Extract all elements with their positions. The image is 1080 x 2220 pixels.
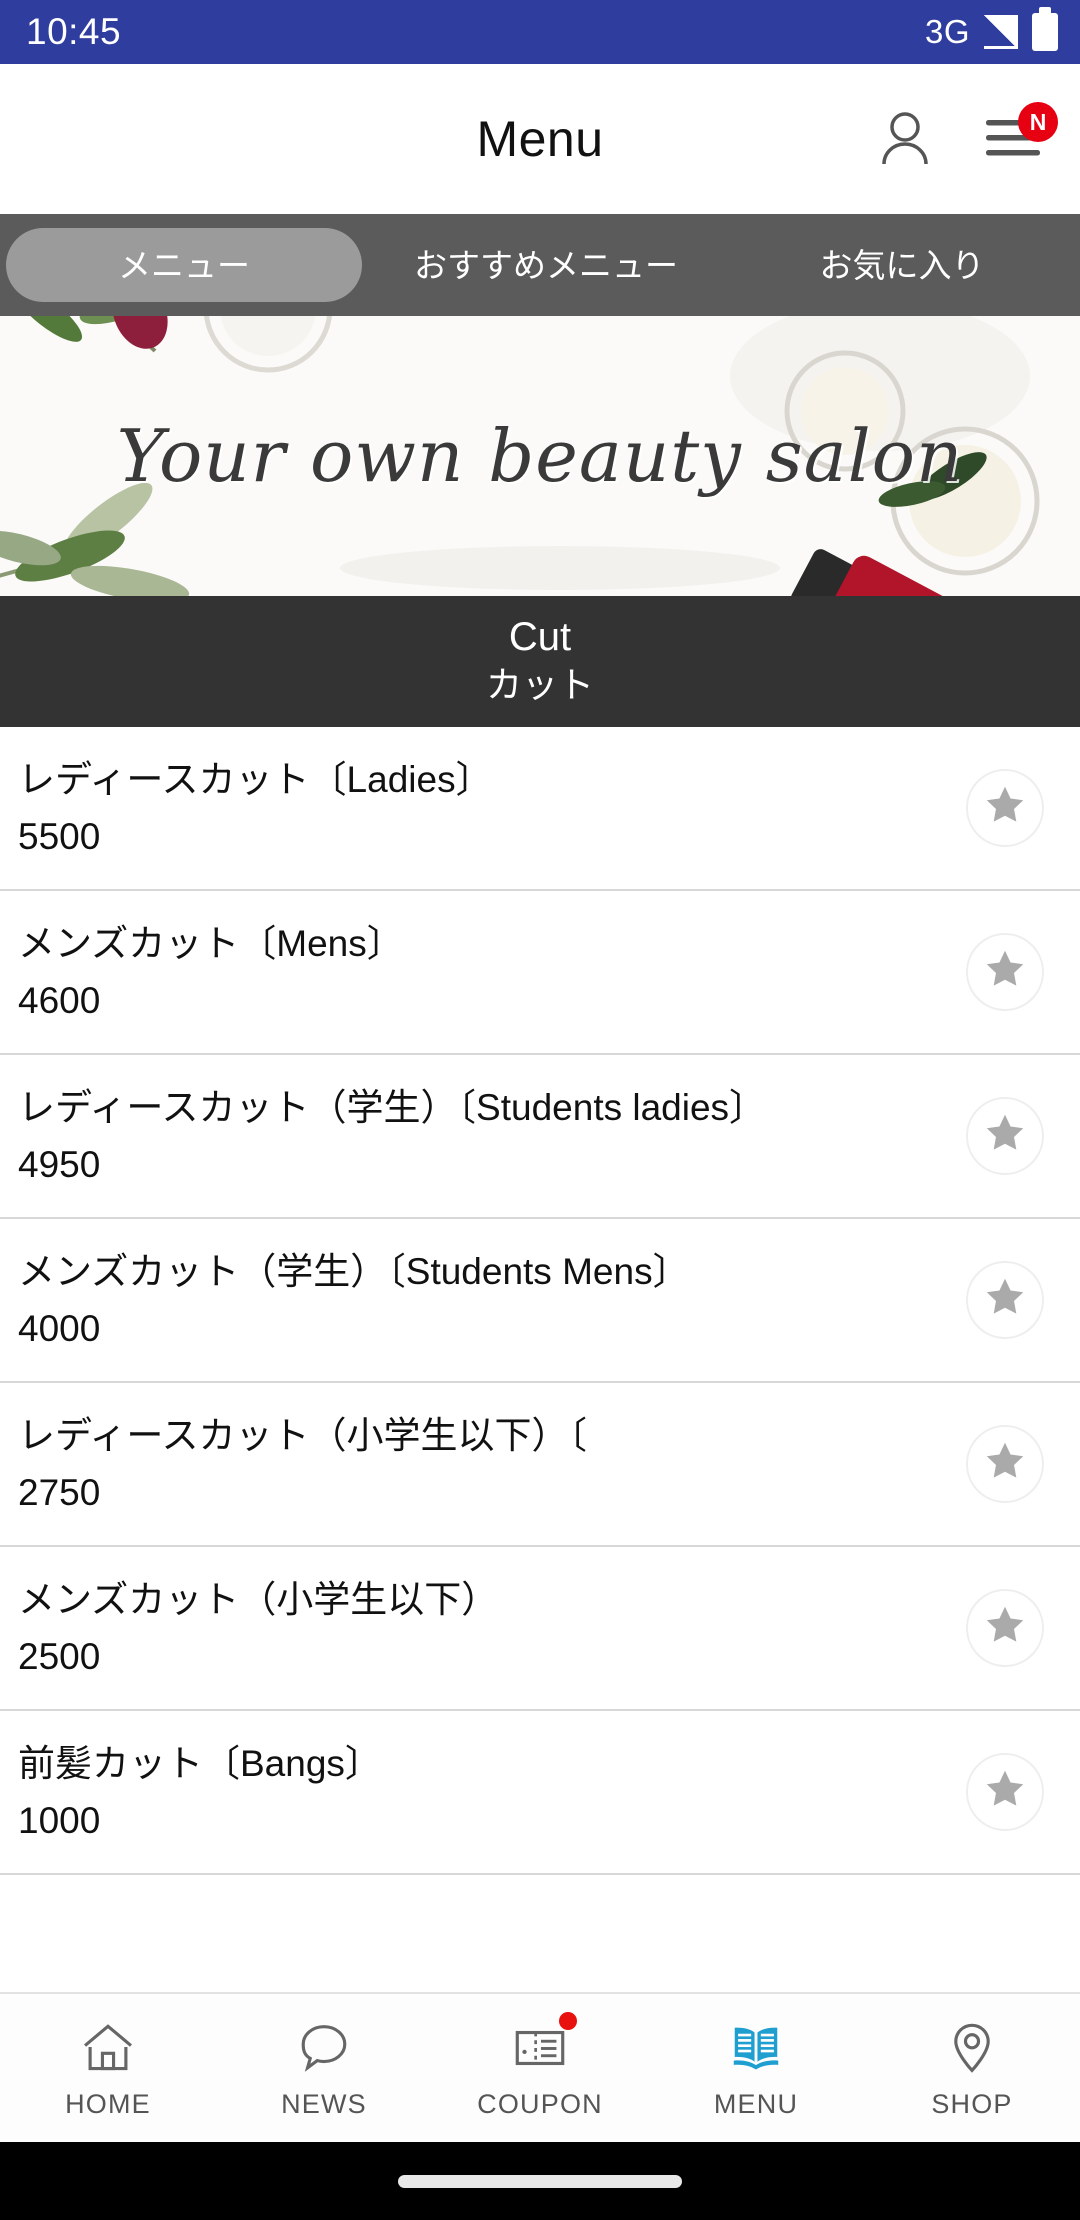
menu-item-price: 5500 xyxy=(18,815,101,857)
menu-row[interactable]: メンズカット（学生）〔Students Mens〕 4000 xyxy=(0,1219,1080,1383)
app-header: Menu N xyxy=(0,64,1080,214)
tab-favorites[interactable]: お気に入り xyxy=(724,228,1080,302)
app-screen: 10:45 3G Menu N メニュー おすすめメニュー お気に入り Your… xyxy=(0,0,1080,2220)
menu-item-price: 4000 xyxy=(18,1307,101,1349)
map-pin-icon xyxy=(941,2017,1003,2079)
menu-row[interactable]: レディースカット〔Ladies〕 5500 xyxy=(0,727,1080,891)
coupon-unread-dot xyxy=(559,2012,578,2030)
header-actions: N xyxy=(872,64,1058,214)
menu-row[interactable]: レディースカット（学生）〔Students ladies〕 4950 xyxy=(0,1055,1080,1219)
menu-item-name: レディースカット（小学生以下）〔 xyxy=(18,1414,588,1456)
menu-item-price: 2750 xyxy=(18,1471,101,1513)
nav-label: MENU xyxy=(713,2088,799,2119)
nav-label: NEWS xyxy=(281,2088,367,2119)
status-bar-clock: 10:45 xyxy=(26,11,122,52)
favorite-button[interactable] xyxy=(966,932,1044,1011)
menu-row[interactable]: レディースカット（小学生以下）〔 2750 xyxy=(0,1383,1080,1547)
section-title-en: Cut xyxy=(508,615,572,659)
star-icon xyxy=(982,1766,1028,1817)
star-icon xyxy=(982,1602,1028,1653)
salon-banner-image: Your own beauty salon xyxy=(0,316,1080,596)
menu-tab-strip: メニュー おすすめメニュー お気に入り xyxy=(0,214,1080,316)
status-bar: 10:45 3G xyxy=(0,0,1080,64)
hamburger-menu-button[interactable]: N xyxy=(980,102,1058,172)
system-gesture-bar xyxy=(0,2142,1080,2220)
menu-item-price: 1000 xyxy=(18,1799,101,1841)
favorite-button[interactable] xyxy=(966,768,1044,847)
page-title: Menu xyxy=(476,111,604,167)
notification-badge: N xyxy=(1018,102,1058,142)
menu-row-texts: メンズカット〔Mens〕 4600 xyxy=(18,919,966,1025)
star-icon xyxy=(982,946,1028,997)
status-bar-indicators: 3G xyxy=(924,7,1058,51)
favorite-button[interactable] xyxy=(966,1588,1044,1667)
star-icon xyxy=(982,782,1028,833)
menu-item-name: メンズカット〔Mens〕 xyxy=(18,922,404,964)
open-book-icon xyxy=(725,2017,787,2079)
menu-item-name: レディースカット〔Ladies〕 xyxy=(18,758,493,800)
menu-row[interactable]: メンズカット〔Mens〕 4600 xyxy=(0,891,1080,1055)
nav-item-home[interactable]: HOME xyxy=(0,1994,216,2142)
star-icon xyxy=(982,1110,1028,1161)
bottom-navigation-bar: HOME NEWS COUPON MENU SHOP xyxy=(0,1992,1080,2142)
menu-item-name: メンズカット（学生）〔Students Mens〕 xyxy=(18,1250,690,1292)
menu-row-texts: 前髪カット〔Bangs〕 1000 xyxy=(18,1739,966,1845)
menu-item-price: 4950 xyxy=(18,1143,101,1185)
banner-headline: Your own beauty salon xyxy=(116,414,964,498)
menu-row[interactable]: メンズカット（小学生以下） 2500 xyxy=(0,1547,1080,1711)
nav-label: SHOP xyxy=(931,2088,1013,2119)
signal-triangle-icon xyxy=(984,15,1018,49)
menu-row-texts: メンズカット（小学生以下） 2500 xyxy=(18,1575,966,1681)
speech-bubble-icon xyxy=(293,2017,355,2079)
menu-item-name: レディースカット（学生）〔Students ladies〕 xyxy=(18,1086,767,1128)
menu-row-texts: レディースカット（学生）〔Students ladies〕 4950 xyxy=(18,1083,966,1189)
section-title-jp: カット xyxy=(485,664,594,705)
menu-row[interactable]: 前髪カット〔Bangs〕 1000 xyxy=(0,1711,1080,1875)
menu-item-price: 2500 xyxy=(18,1635,101,1677)
section-header-cut: Cut カット xyxy=(0,596,1080,727)
menu-item-name: メンズカット（小学生以下） xyxy=(18,1578,499,1620)
favorite-button[interactable] xyxy=(966,1752,1044,1831)
nav-item-news[interactable]: NEWS xyxy=(216,1994,432,2142)
tab-menu[interactable]: メニュー xyxy=(6,228,362,302)
menu-item-list[interactable]: レディースカット〔Ladies〕 5500 メンズカット〔Mens〕 4600 xyxy=(0,726,1080,1992)
nav-label: COUPON xyxy=(477,2088,603,2119)
menu-item-name: 前髪カット〔Bangs〕 xyxy=(18,1742,382,1784)
person-icon xyxy=(874,106,936,173)
nav-label: HOME xyxy=(65,2088,151,2119)
account-button[interactable] xyxy=(872,106,938,172)
favorite-button[interactable] xyxy=(966,1260,1044,1339)
home-icon xyxy=(77,2017,139,2079)
favorite-button[interactable] xyxy=(966,1424,1044,1503)
network-type-label: 3G xyxy=(924,13,970,50)
nav-item-shop[interactable]: SHOP xyxy=(864,1994,1080,2142)
gesture-handle[interactable] xyxy=(398,2174,682,2188)
star-icon xyxy=(982,1274,1028,1325)
tab-recommended-menu[interactable]: おすすめメニュー xyxy=(368,228,724,302)
menu-row-texts: メンズカット（学生）〔Students Mens〕 4000 xyxy=(18,1247,966,1353)
menu-item-price: 4600 xyxy=(18,979,101,1021)
battery-full-icon xyxy=(1032,7,1058,51)
menu-row-texts: レディースカット（小学生以下）〔 2750 xyxy=(18,1411,966,1517)
nav-item-menu[interactable]: MENU xyxy=(648,1994,864,2142)
nav-item-coupon[interactable]: COUPON xyxy=(432,1994,648,2142)
star-icon xyxy=(982,1438,1028,1489)
favorite-button[interactable] xyxy=(966,1096,1044,1175)
menu-row-texts: レディースカット〔Ladies〕 5500 xyxy=(18,755,966,861)
